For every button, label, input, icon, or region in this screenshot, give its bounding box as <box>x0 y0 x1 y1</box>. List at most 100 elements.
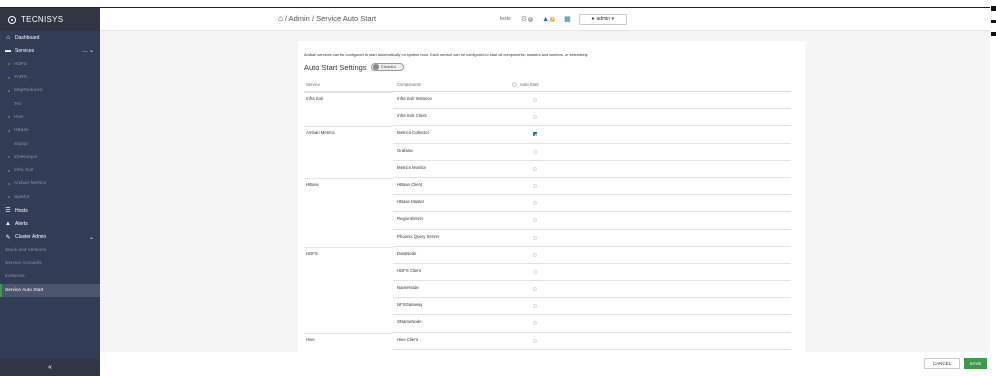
auto-start-toggle[interactable]: Disabled <box>371 63 404 71</box>
save-button[interactable]: SAVE <box>964 358 987 369</box>
sidebar-service-item[interactable]: HBase <box>0 124 100 137</box>
user-icon: ● <box>591 16 595 22</box>
auto-start-checkbox[interactable] <box>533 338 537 343</box>
service-name-cell: Hive <box>306 336 315 342</box>
status-dot-icon <box>8 129 10 132</box>
window-edge <box>990 0 996 376</box>
home-icon[interactable]: ⌂ <box>278 14 283 23</box>
sidebar-service-item[interactable]: MapReduce2 <box>0 84 100 97</box>
collapse-sidebar-button[interactable]: « <box>0 359 100 376</box>
hosts-icon: ☰ <box>5 208 11 214</box>
chevron-down-icon[interactable]: ⌄ <box>89 234 94 241</box>
chevron-down-icon[interactable]: ⌄ <box>89 47 94 54</box>
cluster-name[interactable]: teste <box>500 16 511 22</box>
brand-name: TECNISYS <box>21 15 64 24</box>
status-dot-icon <box>8 182 10 185</box>
auto-start-checkbox[interactable] <box>533 115 537 120</box>
service-name-cell: Infra Solr <box>306 96 324 101</box>
service-name-cell: HBase <box>306 181 319 187</box>
sidebar-admin-label: Service Auto Start <box>5 287 44 293</box>
auto-start-checkbox[interactable] <box>533 304 537 309</box>
auto-start-checkbox[interactable] <box>533 321 537 326</box>
sidebar-admin-item[interactable]: Kerberos <box>0 270 100 283</box>
sidebar-service-item[interactable]: YARN <box>0 71 100 84</box>
column-header-auto-start: Auto Start <box>520 82 539 87</box>
sidebar-service-item[interactable]: Hive <box>0 111 100 124</box>
row-divider <box>304 92 393 93</box>
sidebar-item-cluster-admin[interactable]: ✎ Cluster Admin ⌄ <box>0 230 100 243</box>
status-dot-icon <box>8 169 10 172</box>
status-dot-icon <box>8 156 10 159</box>
sidebar-admin-item[interactable]: Stack and Versions <box>0 244 100 257</box>
table-row: NFSGateway <box>304 298 791 316</box>
sidebar-admin-label: Kerberos <box>5 274 25 280</box>
auto-start-checkbox[interactable] <box>533 149 537 154</box>
auto-start-checkbox[interactable] <box>533 218 537 223</box>
sidebar-nav: ⌂ Dashboard ▬ Services … ⌄ HDFS YARN MapRe… <box>0 31 100 297</box>
sidebar-item-alerts[interactable]: ▲ Alerts <box>0 217 100 230</box>
table-row: NameNode <box>304 281 791 299</box>
sidebar-item-label: Alerts <box>15 220 28 227</box>
sidebar-service-item[interactable]: Ambari Metrics <box>0 177 100 190</box>
table-row: HBase Master <box>304 195 791 213</box>
sidebar-service-item[interactable]: Spark2 <box>0 191 100 204</box>
top-header: ⌂ / Admin / Service Auto Start teste ⚙ 0… <box>100 8 990 31</box>
status-dot-icon <box>8 89 10 92</box>
alerts-count-badge[interactable]: 4 <box>550 16 556 22</box>
auto-start-checkbox[interactable] <box>533 183 537 188</box>
sidebar-service-item[interactable]: Tez <box>0 97 100 110</box>
auto-start-checkbox[interactable] <box>533 166 537 171</box>
status-dot-icon <box>8 196 10 199</box>
user-menu-button[interactable]: ● admin ▾ <box>578 13 627 25</box>
sidebar-item-dashboard[interactable]: ⌂ Dashboard <box>0 31 100 44</box>
component-name-cell: HBase Master <box>397 199 425 205</box>
sidebar-service-label: HDFS <box>14 61 28 67</box>
column-header-service: Service <box>306 82 320 87</box>
auto-start-checkbox[interactable] <box>533 98 537 102</box>
auto-start-checkbox[interactable] <box>533 252 537 257</box>
brand[interactable]: TECNISYS <box>0 8 100 31</box>
sidebar-service-item[interactable]: Sqoop <box>0 137 100 150</box>
sidebar-admin-item[interactable]: Service Auto Start <box>0 283 100 297</box>
status-dot-icon <box>8 63 10 66</box>
auto-start-checkbox[interactable] <box>533 235 537 240</box>
status-dot-icon <box>8 76 10 79</box>
row-divider <box>304 332 393 334</box>
toggle-label: Disabled <box>381 65 396 69</box>
bell-icon[interactable]: ▲ <box>542 16 549 23</box>
auto-start-checkbox[interactable] <box>533 201 537 206</box>
sidebar-admin-item[interactable]: Service Accounts <box>0 257 100 270</box>
sidebar-service-label: ZooKeeper <box>14 154 38 160</box>
sidebar-item-hosts[interactable]: ☰ Hosts <box>0 204 100 217</box>
select-all-checkbox[interactable] <box>512 82 517 87</box>
table-header: Service Components Auto Start <box>304 78 791 92</box>
bell-icon: ▲ <box>5 220 11 227</box>
auto-start-checkbox[interactable] <box>533 269 537 274</box>
sidebar-service-label: Tez <box>14 101 22 107</box>
table-row: HDFS DataNode <box>304 246 791 264</box>
component-name-cell: RegionServer <box>397 216 424 222</box>
sidebar-service-label: YARN <box>14 75 27 81</box>
sidebar-admin-label: Service Accounts <box>5 261 42 267</box>
auto-start-checkbox[interactable] <box>533 132 537 137</box>
status-dot-icon <box>8 116 10 119</box>
toggle-knob <box>373 64 379 70</box>
cancel-button[interactable]: CANCEL <box>924 358 960 369</box>
auto-start-checkbox[interactable] <box>533 287 537 292</box>
ops-count-badge[interactable]: 0 <box>528 16 534 22</box>
wrench-icon: ✎ <box>5 234 11 241</box>
description-text: Ambari services can be configured to sta… <box>304 52 589 57</box>
auto-start-panel: Ambari services can be configured to sta… <box>298 41 805 352</box>
sidebar-service-item[interactable]: Infra Solr <box>0 164 100 177</box>
sidebar-service-item[interactable]: ZooKeeper <box>0 151 100 164</box>
sidebar-service-item[interactable]: HDFS <box>0 58 100 71</box>
component-name-cell: Hive Client <box>397 336 418 342</box>
component-name-cell: Metrics Collector <box>397 130 429 136</box>
sidebar-item-services[interactable]: ▬ Services … ⌄ <box>0 44 100 57</box>
grid-icon[interactable]: ▦ <box>564 15 571 23</box>
column-header-components: Components <box>397 82 421 87</box>
sidebar-admin-label: Stack and Versions <box>5 247 47 253</box>
services-menu-icon[interactable]: … <box>82 48 88 54</box>
gear-icon[interactable]: ⚙ <box>521 15 527 23</box>
panel-title: Auto Start Settings <box>304 63 367 72</box>
